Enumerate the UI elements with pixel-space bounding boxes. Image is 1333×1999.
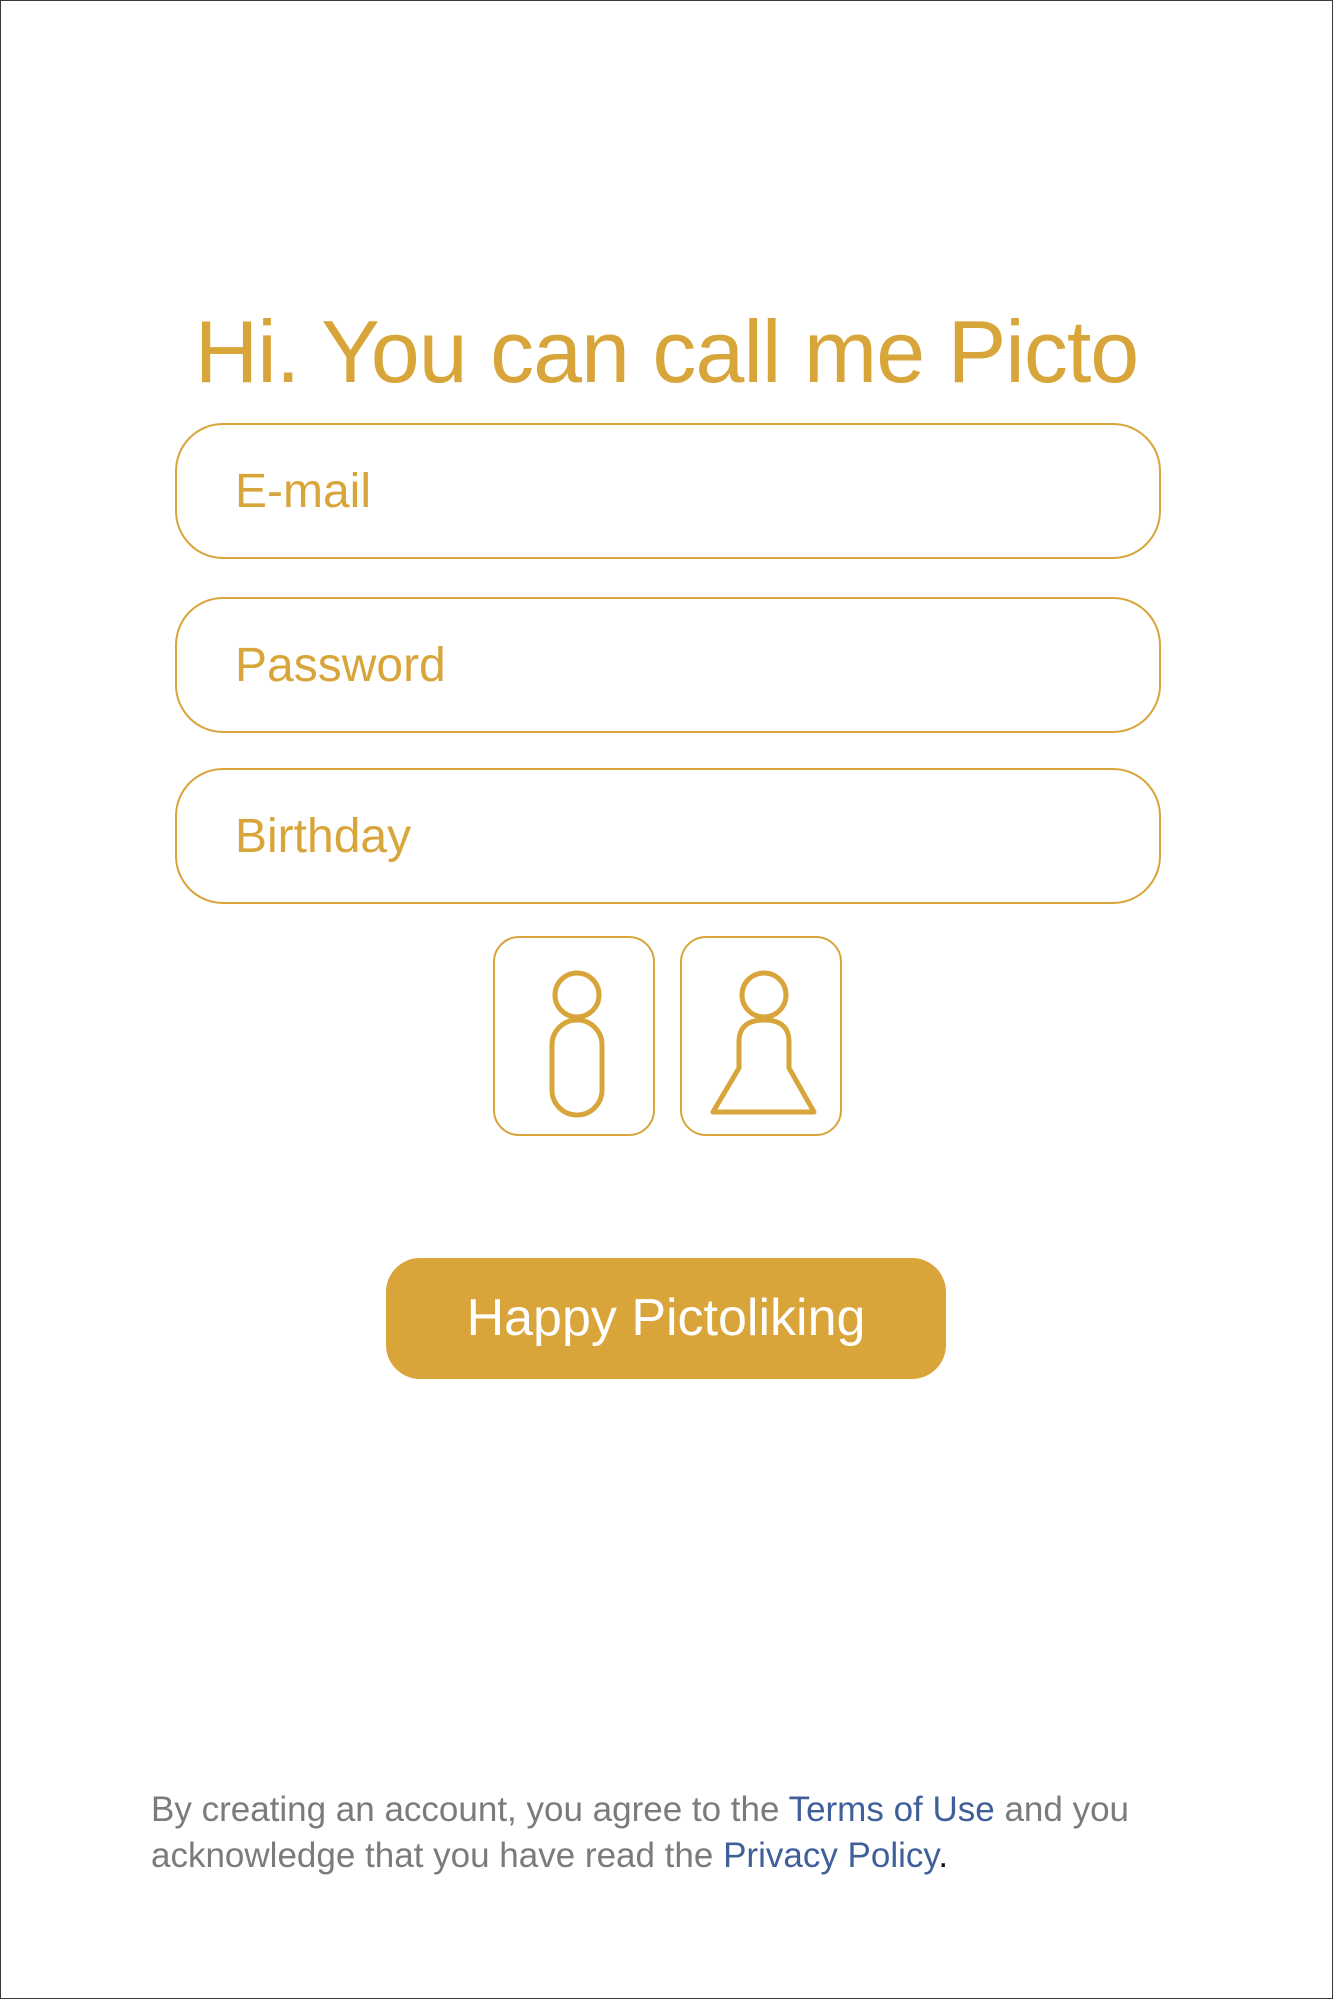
- gender-female-button[interactable]: [680, 936, 842, 1136]
- privacy-policy-link[interactable]: Privacy Policy: [723, 1836, 938, 1875]
- legal-text-end: .: [938, 1836, 949, 1875]
- password-input[interactable]: [235, 599, 1115, 731]
- password-field[interactable]: [175, 597, 1161, 733]
- terms-of-use-link[interactable]: Terms of Use: [789, 1790, 995, 1829]
- male-figure-icon: [549, 970, 605, 1118]
- submit-button[interactable]: Happy Pictoliking: [386, 1258, 946, 1379]
- legal-notice: By creating an account, you agree to the…: [151, 1787, 1211, 1879]
- birthday-input[interactable]: [235, 770, 1115, 902]
- female-figure-icon: [710, 970, 817, 1115]
- email-input[interactable]: [235, 425, 1115, 557]
- page-title: Hi. You can call me Picto: [194, 302, 1140, 401]
- screen-frame: Hi. You can call me Picto Happy Pictolik…: [0, 0, 1333, 1999]
- birthday-field[interactable]: [175, 768, 1161, 904]
- legal-text-part1: By creating an account, you agree to the: [151, 1790, 789, 1829]
- gender-male-button[interactable]: [493, 936, 655, 1136]
- email-field[interactable]: [175, 423, 1161, 559]
